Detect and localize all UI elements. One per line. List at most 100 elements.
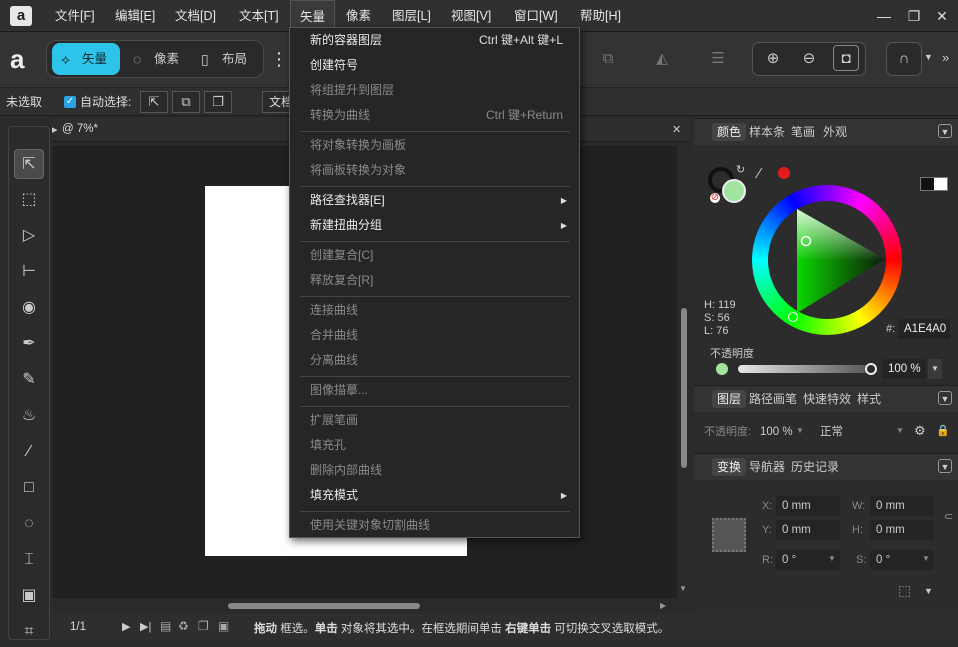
menu-text[interactable]: 文本[T] [230,0,288,32]
artboard-tool-icon[interactable]: ⬚ [14,185,44,215]
menu-item-fill-mode[interactable]: 填充模式 ▶ [290,483,579,508]
menu-item-create-symbol[interactable]: 创建符号 [290,53,579,78]
document-button[interactable]: 文档 [262,91,290,113]
select-pointer-button[interactable]: ⇱ [140,91,168,113]
h-input[interactable]: 0 mm [870,520,934,540]
collapse-panel-icon[interactable]: ▼ [938,124,952,138]
x-input[interactable]: 0 mm [776,496,840,516]
flip-horizontal-icon[interactable]: ◭ [648,45,676,73]
snapping-magnet-icon[interactable]: ∩ [890,45,918,73]
menu-item-pathfinder[interactable]: 路径查找器[E] ▶ [290,188,579,213]
toolbar-overflow-icon[interactable]: » [942,50,954,66]
pen-tool-icon[interactable]: ✒ [14,329,44,359]
menu-item-merge-curves[interactable]: 合并曲线 [290,323,579,348]
auto-select-checkbox[interactable]: ✓ [64,96,76,108]
menu-item-convert-to-curves[interactable]: 转换为曲线 Ctrl 键+Return [290,103,579,128]
blend-mode-select[interactable]: 正常 [814,422,908,442]
tab-stroke[interactable]: 笔画 [786,123,820,141]
move-tool-icon[interactable]: ⇱ [14,149,44,179]
chevron-down-icon[interactable]: ▼ [922,554,930,563]
menu-item-object-to-artboard[interactable]: 将对象转换为画板 [290,133,579,158]
y-input[interactable]: 0 mm [776,520,840,540]
place-image-tool-icon[interactable]: ▣ [14,581,44,611]
select-intersect-button[interactable]: ⧉ [172,91,200,113]
page-view-icon[interactable]: ▤ [160,619,171,633]
hue-handle[interactable] [788,312,798,322]
tab-navigator[interactable]: 导航器 [744,458,790,476]
menu-item-artboard-to-object[interactable]: 将画板转换为对象 [290,158,579,183]
opacity-slider-handle[interactable] [865,363,877,375]
menu-item-join-curves[interactable]: 连接曲线 [290,298,579,323]
last-page-icon[interactable]: ▶| [140,620,151,633]
restore-button[interactable]: ❐ [900,0,928,32]
tab-history[interactable]: 历史记录 [786,458,844,476]
opacity-input[interactable]: 100 % [882,359,926,379]
pencil-tool-icon[interactable]: ✎ [14,365,44,395]
rectangle-tool-icon[interactable]: □ [14,473,44,503]
bw-swatch[interactable] [920,177,948,191]
tab-transform[interactable]: 变换 [712,458,747,476]
more-options-icon[interactable]: ⋮ [270,46,288,72]
close-window-button[interactable]: ✕ [928,0,956,32]
w-input[interactable]: 0 mm [870,496,934,516]
chevron-down-icon[interactable]: ▼ [796,426,804,435]
shape-builder-tool-icon[interactable]: ◌ [14,509,44,539]
gear-icon[interactable]: ⚙ [914,423,926,439]
vector-brush-tool-icon[interactable]: ♨ [14,401,44,431]
geometry-subtract-icon[interactable]: ⊖ [795,45,823,73]
menu-item-separate-curves[interactable]: 分离曲线 [290,348,579,373]
collapse-panel-icon[interactable]: ▼ [938,459,952,473]
swap-colors-icon[interactable]: ↻ [736,163,745,176]
chevron-down-icon[interactable]: ▼ [924,586,933,596]
persona-layout-button[interactable]: ▯ 布局 [192,43,258,75]
menu-document[interactable]: 文档[D] [166,0,225,32]
tab-quick-fx[interactable]: 快速特效 [798,390,856,408]
anchor-selector[interactable] [712,518,746,552]
scroll-down-icon[interactable]: ▼ [679,584,687,593]
close-tab-icon[interactable]: ✕ [672,123,681,136]
collapse-panel-icon[interactable]: ▼ [938,391,952,405]
tab-swatches[interactable]: 样本条 [744,123,790,141]
align-left-icon[interactable]: ☰ [704,45,732,73]
chevron-down-icon[interactable]: ▼ [828,554,836,563]
opacity-slider[interactable] [738,365,870,373]
saturation-triangle[interactable] [768,201,886,319]
scroll-right-icon[interactable]: ▶ [660,601,666,610]
hex-input[interactable]: A1E4A0 [898,319,950,339]
transform-origin-icon[interactable]: ⬚ [898,582,911,599]
menu-file[interactable]: 文件[F] [46,0,104,32]
snapping-dropdown-icon[interactable]: ▼ [924,52,936,66]
menu-item-release-compound[interactable]: 释放复合[R] [290,268,579,293]
menu-item-image-trace[interactable]: 图像描摹... [290,378,579,403]
tab-layers[interactable]: 图层 [712,390,747,408]
node-tool-icon[interactable]: ▷ [14,221,44,251]
fill-tool-icon[interactable]: ⁄ [14,437,44,467]
play-icon[interactable]: ▶ [122,620,130,633]
align-distribute-icon[interactable]: ⧉ [594,45,622,73]
horizontal-scroll-thumb[interactable] [228,603,420,609]
persona-pixel-button[interactable]: ◌ 像素 [124,43,190,75]
select-container-button[interactable]: ❐ [204,91,232,113]
menu-item-cut-with-key-object[interactable]: 使用关键对象切割曲线 [290,513,579,538]
minimize-button[interactable]: — [870,0,898,32]
tab-appearance[interactable]: 外观 [818,123,852,141]
geometry-add-icon[interactable]: ⊕ [759,45,787,73]
lock-icon[interactable]: 🔒 [936,424,950,437]
menu-item-remove-interior-curves[interactable]: 删除内部曲线 [290,458,579,483]
menu-item-expand-stroke[interactable]: 扩展笔画 [290,408,579,433]
recycle-icon[interactable]: ♻ [178,619,189,633]
point-transform-tool-icon[interactable]: ⊢ [14,257,44,287]
text-frame-tool-icon[interactable]: ⌶ [14,545,44,575]
tab-color[interactable]: 颜色 [712,123,747,141]
crop-tool-icon[interactable]: ⌗ [14,617,44,647]
fill-swatch[interactable] [722,179,746,203]
menu-item-new-warp-group[interactable]: 新建扭曲分组 ▶ [290,213,579,238]
geometry-intersect-icon[interactable]: ◘ [833,45,859,71]
menu-item-create-compound[interactable]: 创建复合[C] [290,243,579,268]
opacity-dropdown-icon[interactable]: ▼ [928,359,942,379]
eyedropper-icon[interactable]: ⁄ [758,165,761,182]
copy-page-icon[interactable]: ❐ [198,619,209,633]
menu-item-fill-holes[interactable]: 填充孔 [290,433,579,458]
menu-item-promote-group[interactable]: 将组提升到图层 [290,78,579,103]
chevron-down-icon[interactable]: ▼ [896,426,904,435]
